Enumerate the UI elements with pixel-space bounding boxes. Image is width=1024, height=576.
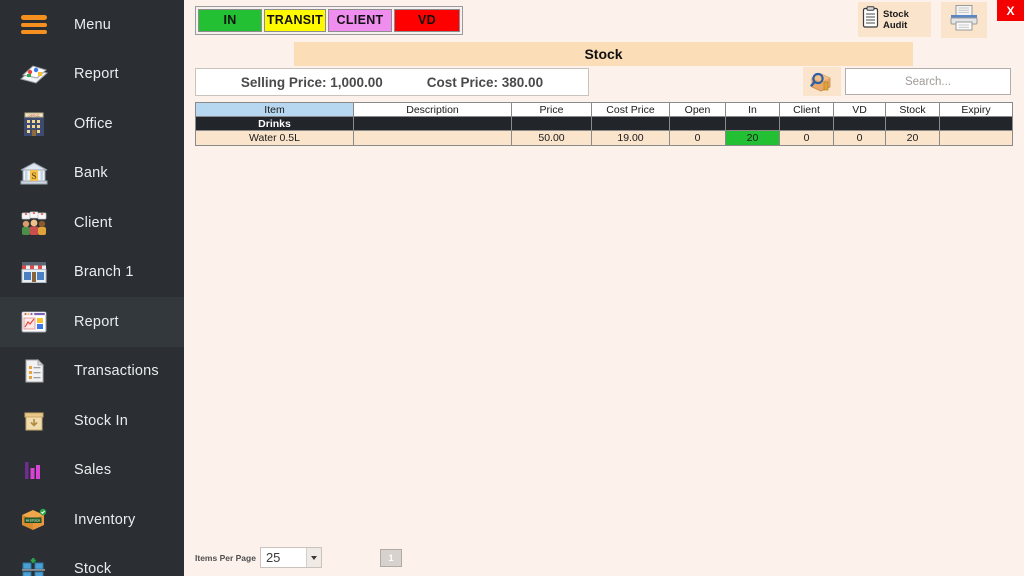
- sidebar-item-label: Stock: [74, 561, 112, 576]
- cell-open: 0: [669, 130, 726, 146]
- cell-vd: 0: [833, 130, 886, 146]
- column-header-vd[interactable]: VD: [833, 102, 886, 117]
- column-header-expiry[interactable]: Expiry: [939, 102, 1013, 117]
- column-header-client[interactable]: Client: [779, 102, 834, 117]
- close-button[interactable]: X: [997, 0, 1024, 21]
- report-window-icon: [14, 305, 54, 339]
- pagination: 1: [379, 548, 402, 567]
- cell-price: 50.00: [511, 130, 592, 146]
- cell-in: 20: [725, 130, 780, 146]
- chevron-down-icon[interactable]: [305, 548, 321, 567]
- status-button-in[interactable]: IN: [198, 9, 262, 32]
- status-button-vd[interactable]: VD: [394, 9, 460, 32]
- sidebar-item-transactions[interactable]: Transactions: [0, 347, 184, 397]
- page-title-band: Stock: [294, 42, 913, 66]
- sidebar-item-client[interactable]: Client: [0, 198, 184, 248]
- column-header-in[interactable]: In: [725, 102, 780, 117]
- cell-item: Water 0.5L: [195, 130, 354, 146]
- sidebar-item-report[interactable]: Report: [0, 50, 184, 100]
- price-summary-panel: Selling Price: 1,000.00 Cost Price: 380.…: [195, 68, 589, 96]
- sidebar-item-label: Branch 1: [74, 264, 134, 281]
- cost-price-label: Cost Price: 380.00: [426, 74, 544, 90]
- sidebar-item-inventory[interactable]: IN STOCK Inventory: [0, 495, 184, 545]
- search-package-icon[interactable]: [803, 67, 841, 96]
- items-per-page-select[interactable]: 25: [259, 547, 322, 568]
- table-footer: Items Per Page 25 1: [195, 547, 402, 568]
- sidebar-item-branch-1[interactable]: Branch 1: [0, 248, 184, 298]
- sidebar-item-label: Stock In: [74, 412, 128, 429]
- toolbar: IN TRANSIT CLIENT VD Stock Audit X: [184, 0, 1024, 39]
- svg-text:OFFICE: OFFICE: [29, 113, 40, 117]
- group-label: Drinks: [195, 116, 354, 131]
- sidebar-item-label: Client: [74, 214, 113, 231]
- sidebar-item-report-2[interactable]: Report: [0, 297, 184, 347]
- sidebar-item-label: Sales: [74, 462, 112, 479]
- column-header-price[interactable]: Price: [511, 102, 592, 117]
- column-header-description[interactable]: Description: [353, 102, 512, 117]
- cell-cost-price: 19.00: [591, 130, 670, 146]
- stock-audit-label: Stock Audit: [883, 8, 909, 31]
- svg-text:S: S: [31, 171, 36, 181]
- column-header-open[interactable]: Open: [669, 102, 726, 117]
- sidebar-item-label: Transactions: [74, 363, 159, 380]
- table-row[interactable]: Water 0.5L 50.00 19.00 0 20 0 0 20: [195, 130, 1013, 146]
- shelf-stock-icon: [14, 552, 54, 576]
- sidebar-item-stock-in[interactable]: Stock In: [0, 396, 184, 446]
- sidebar-item-office[interactable]: OFFICE Office: [0, 99, 184, 149]
- office-building-icon: OFFICE: [14, 107, 54, 141]
- status-button-transit[interactable]: TRANSIT: [264, 9, 326, 32]
- column-header-item[interactable]: Item: [195, 102, 354, 117]
- sidebar-item-label: Inventory: [74, 511, 136, 528]
- sidebar: Menu Report OFFICE Office S Bank Client …: [0, 0, 184, 576]
- svg-text:IN STOCK: IN STOCK: [26, 518, 41, 522]
- items-per-page-value: 25: [265, 550, 281, 565]
- print-button[interactable]: [941, 2, 987, 38]
- search-input[interactable]: [845, 68, 1011, 95]
- sidebar-item-label: Report: [74, 66, 119, 83]
- report-chart-icon: [14, 57, 54, 91]
- page-button-1[interactable]: 1: [379, 548, 402, 567]
- page-title: Stock: [584, 46, 623, 62]
- table-header-row: Item Description Price Cost Price Open I…: [195, 102, 1013, 117]
- cell-client: 0: [779, 130, 834, 146]
- inventory-box-icon: IN STOCK: [14, 503, 54, 537]
- sidebar-item-label: Bank: [74, 165, 108, 182]
- store-front-icon: [14, 255, 54, 289]
- sidebar-item-menu[interactable]: Menu: [0, 0, 184, 50]
- app-window: Menu Report OFFICE Office S Bank Client …: [0, 0, 1024, 576]
- printer-icon: [948, 4, 980, 37]
- hamburger-menu-icon: [14, 8, 54, 42]
- sidebar-item-label: Menu: [74, 16, 112, 33]
- stock-audit-button[interactable]: Stock Audit: [858, 2, 931, 37]
- main-content: IN TRANSIT CLIENT VD Stock Audit X Stock…: [184, 0, 1024, 576]
- box-in-icon: [14, 404, 54, 438]
- table-group-row[interactable]: Drinks: [195, 116, 1013, 131]
- cell-stock: 20: [885, 130, 940, 146]
- column-header-stock[interactable]: Stock: [885, 102, 940, 117]
- document-list-icon: [14, 354, 54, 388]
- column-header-cost-price[interactable]: Cost Price: [591, 102, 670, 117]
- bank-icon: S: [14, 156, 54, 190]
- cell-description: [353, 130, 512, 146]
- sidebar-item-label: Report: [74, 313, 119, 330]
- sidebar-item-sales[interactable]: Sales: [0, 446, 184, 496]
- cell-expiry: [939, 130, 1013, 146]
- sidebar-item-label: Office: [74, 115, 113, 132]
- bar-chart-icon: [14, 453, 54, 487]
- sidebar-item-stock[interactable]: Stock: [0, 545, 184, 576]
- status-button-client[interactable]: CLIENT: [328, 9, 392, 32]
- items-per-page-label: Items Per Page: [195, 552, 256, 563]
- status-filter-group: IN TRANSIT CLIENT VD: [195, 6, 463, 35]
- selling-price-label: Selling Price: 1,000.00: [240, 74, 383, 90]
- client-people-icon: [14, 206, 54, 240]
- clipboard-icon: [862, 6, 879, 33]
- stock-table: Item Description Price Cost Price Open I…: [195, 102, 1013, 146]
- sidebar-item-bank[interactable]: S Bank: [0, 149, 184, 199]
